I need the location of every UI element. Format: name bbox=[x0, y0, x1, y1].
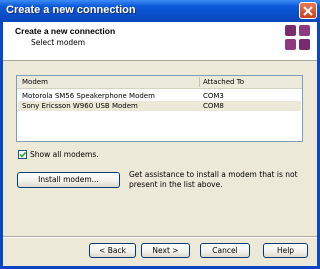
column-header-modem[interactable]: Modem bbox=[22, 78, 48, 86]
column-divider[interactable] bbox=[199, 77, 200, 87]
modem-port: COM8 bbox=[203, 102, 224, 110]
show-all-label[interactable]: Show all modems. bbox=[30, 150, 99, 159]
window-title: Create a new connection bbox=[6, 4, 136, 16]
close-button[interactable] bbox=[299, 2, 317, 19]
modem-list[interactable]: Modem Attached To Motorola SM56 Speakerp… bbox=[16, 75, 303, 142]
list-item[interactable]: Motorola SM56 Speakerphone Modem COM3 bbox=[18, 91, 301, 101]
show-all-checkbox[interactable] bbox=[18, 150, 27, 159]
back-button[interactable]: < Back bbox=[89, 243, 136, 258]
header-subtitle: Select modem bbox=[31, 38, 86, 47]
list-item[interactable]: Sony Ericsson W960 USB Modem COM8 bbox=[18, 101, 301, 111]
modem-name: Motorola SM56 Speakerphone Modem bbox=[22, 92, 155, 100]
help-button[interactable]: Help bbox=[263, 243, 308, 258]
column-header-attached-to[interactable]: Attached To bbox=[203, 78, 244, 86]
install-assist-text: Get assistance to install a modem that i… bbox=[129, 170, 298, 189]
title-bar[interactable]: Create a new connection bbox=[0, 0, 320, 22]
modem-list-header: Modem Attached To bbox=[17, 76, 302, 89]
close-icon bbox=[303, 6, 313, 16]
next-button[interactable]: Next > bbox=[141, 243, 190, 258]
wizard-header: Create a new connection Select modem bbox=[3, 22, 317, 61]
modem-port: COM3 bbox=[203, 92, 224, 100]
footer-divider-highlight bbox=[3, 237, 317, 238]
header-title: Create a new connection bbox=[15, 26, 116, 36]
install-modem-button[interactable]: Install modem... bbox=[17, 172, 120, 188]
modem-name: Sony Ericsson W960 USB Modem bbox=[22, 102, 138, 110]
wizard-grid-icon bbox=[285, 25, 310, 50]
cancel-button[interactable]: Cancel bbox=[200, 243, 250, 258]
checkmark-icon bbox=[19, 152, 26, 158]
